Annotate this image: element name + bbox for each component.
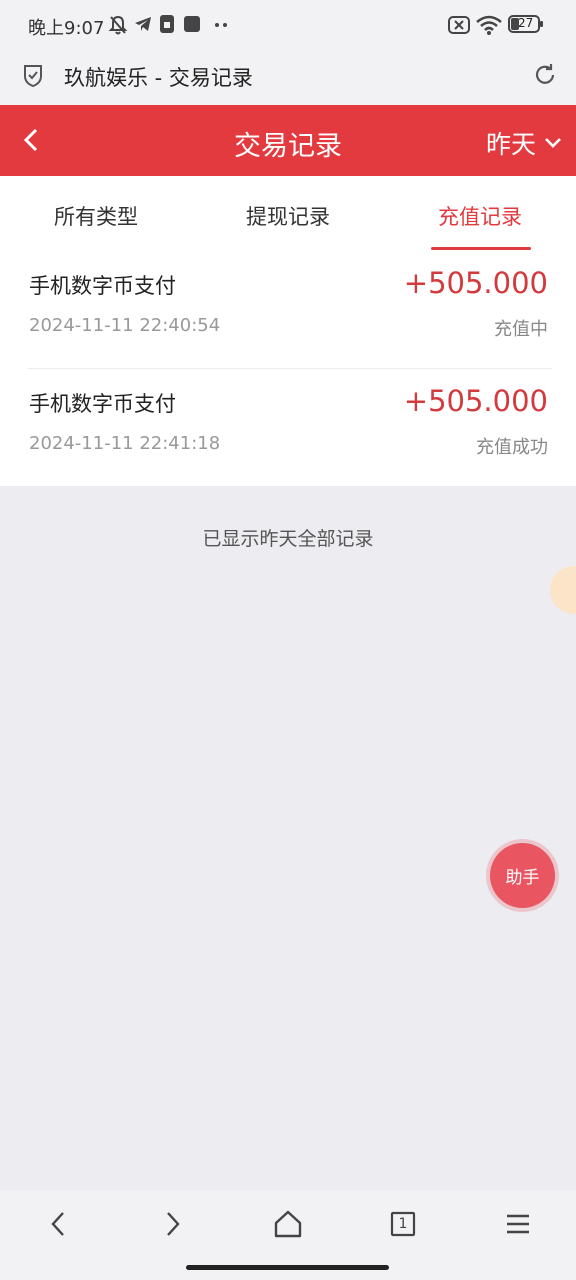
app-notification-icon [184,16,200,32]
home-icon[interactable] [272,1208,304,1240]
shield-check-icon[interactable] [22,63,44,89]
end-of-list-note: 已显示昨天全部记录 [202,528,374,550]
period-label: 昨天 [485,130,536,159]
list-item[interactable]: 手机数字币支付 +505.000 2024-11-11 22:40:54 充值中 [0,250,576,368]
transaction-list: 手机数字币支付 +505.000 2024-11-11 22:40:54 充值中… [0,250,576,486]
record-title: 手机数字币支付 [29,274,176,298]
assistant-label: 助手 [505,868,540,888]
browser-address-bar[interactable]: 玖航娱乐 - 交易记录 [0,52,576,105]
more-notifications-icon [215,23,227,27]
status-time: 晚上9:07 [28,18,105,39]
record-status: 充值成功 [476,437,548,458]
back-icon[interactable] [42,1208,74,1240]
assistant-button[interactable]: 助手 [490,843,555,908]
no-sim-icon [448,16,470,34]
tab-withdraw-records[interactable]: 提现记录 [192,176,384,250]
tab-count: 1 [398,1216,408,1232]
record-type-tabs: 所有类型 提现记录 充值记录 [0,176,576,250]
battery-icon: 27 [508,14,544,34]
mute-bell-icon [108,15,128,35]
tabs-button[interactable]: 1 [387,1208,419,1240]
record-status: 充值中 [494,319,548,340]
menu-icon[interactable] [502,1208,534,1240]
tab-all-types[interactable]: 所有类型 [0,176,192,250]
record-amount: +505.000 [403,266,548,300]
forward-icon[interactable] [157,1208,189,1240]
record-title: 手机数字币支付 [29,392,176,416]
reload-icon[interactable] [532,62,558,88]
chevron-down-icon [545,138,561,148]
app-header: 交易记录 昨天 [0,105,576,176]
wifi-icon [476,15,502,35]
sim-card-icon [160,15,174,33]
telegram-icon [135,17,151,31]
record-time: 2024-11-11 22:40:54 [29,315,221,336]
side-floating-button[interactable] [550,566,576,614]
record-amount: +505.000 [403,384,548,418]
home-indicator[interactable] [186,1265,389,1270]
record-time: 2024-11-11 22:41:18 [29,433,221,454]
list-item[interactable]: 手机数字币支付 +505.000 2024-11-11 22:41:18 充值成… [0,368,576,486]
battery-level: 27 [518,16,534,30]
browser-page-title[interactable]: 玖航娱乐 - 交易记录 [64,62,253,92]
status-bar: 晚上9:07 27 [0,0,576,52]
tab-deposit-records[interactable]: 充值记录 [384,176,576,250]
period-dropdown[interactable]: 昨天 [486,127,562,159]
